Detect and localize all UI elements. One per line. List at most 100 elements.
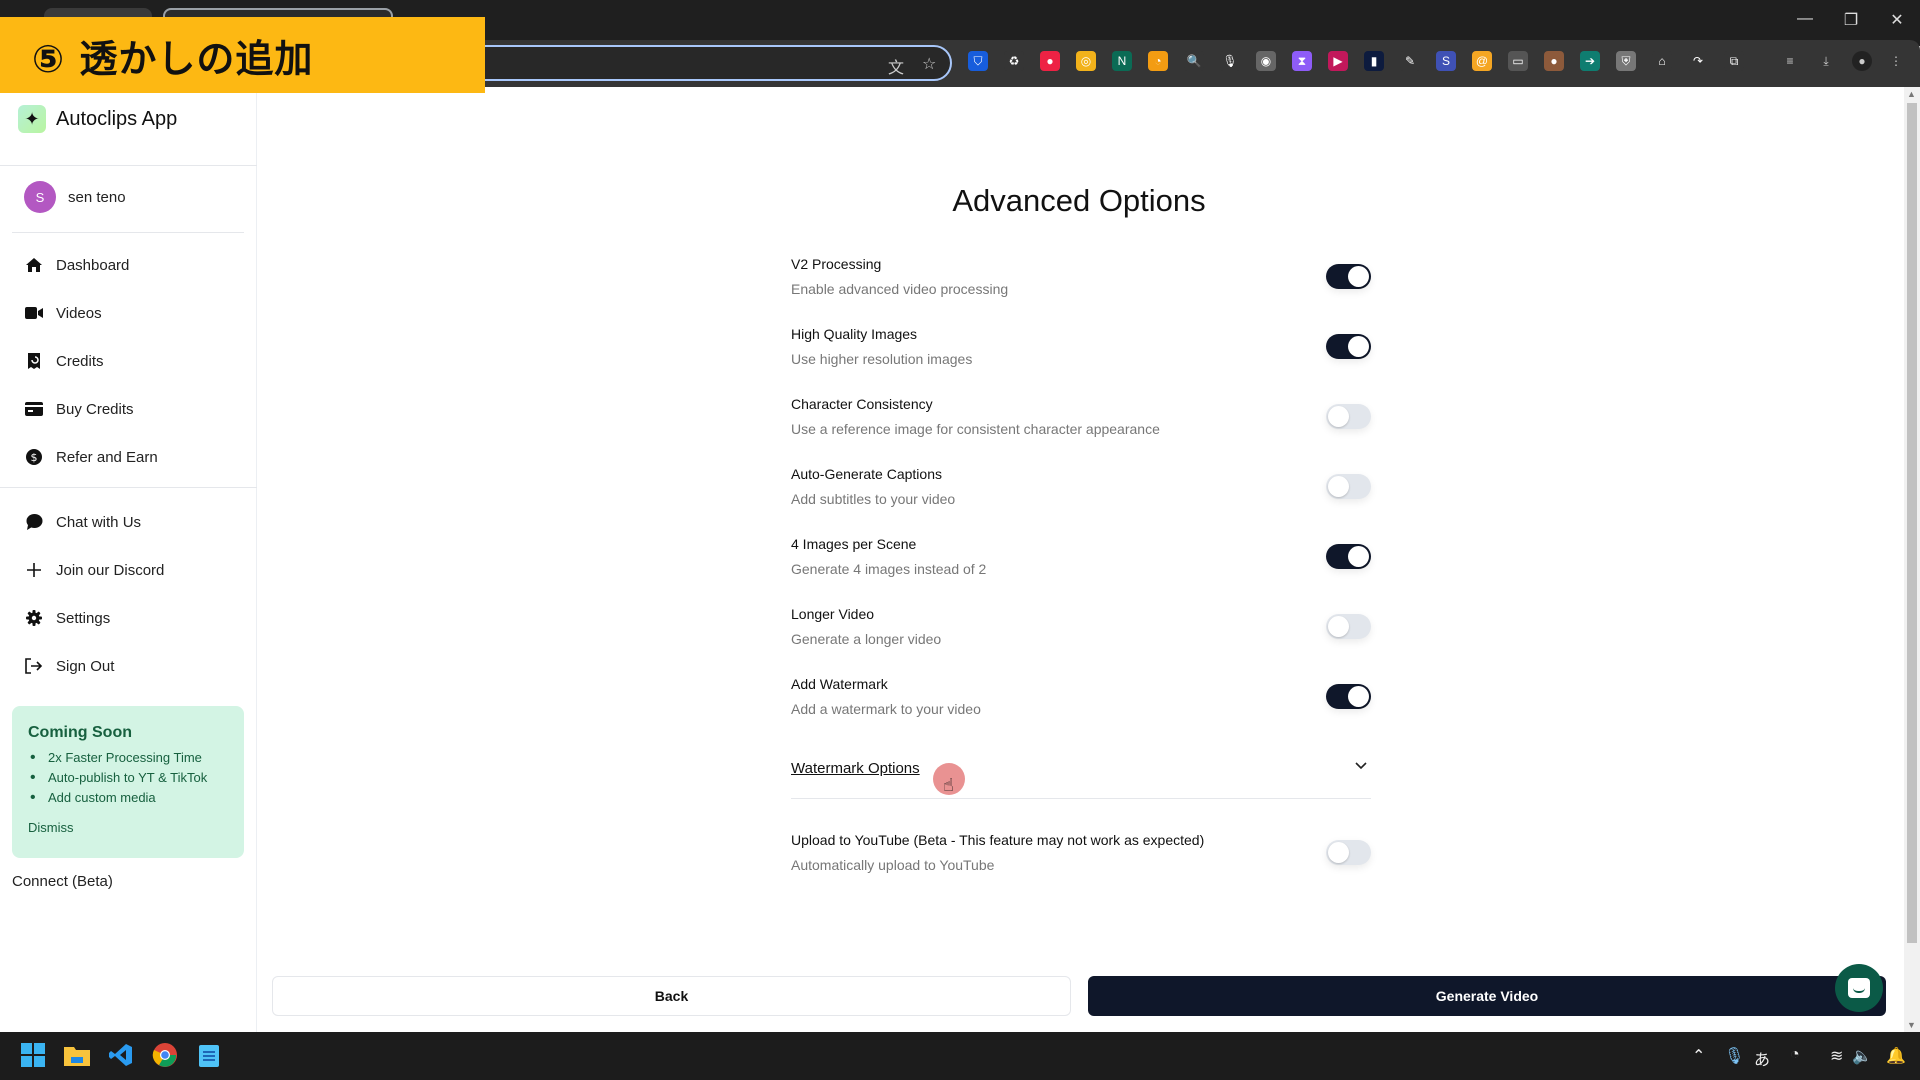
receipt-icon [24,351,44,371]
windows-start-icon[interactable] [20,1042,46,1068]
watermark-options-accordion[interactable]: Watermark Options [791,757,1371,799]
microphone-extension-icon[interactable]: 🎙 [1220,51,1240,71]
bitwarden-extension-icon[interactable]: ⛉ [968,51,988,71]
sidebar-item-settings[interactable]: Settings [24,606,110,630]
coin-extension-icon[interactable]: ◎ [1076,51,1096,71]
volume-icon[interactable]: 🔈 [1852,1046,1872,1066]
auto-generate-captions-toggle[interactable] [1326,474,1371,499]
sidebar-item-chat-with-us[interactable]: Chat with Us [24,510,141,534]
s-box-extension-icon[interactable]: S [1436,51,1456,71]
bookmark-star-icon[interactable]: ☆ [922,54,936,74]
tablet-extension-icon[interactable]: ▭ [1508,51,1528,71]
add-watermark-toggle[interactable] [1326,684,1371,709]
scroll-up-icon[interactable]: ▲ [1907,89,1916,99]
microphone-icon[interactable]: 🎙 [1724,1046,1744,1066]
cookie-extension-icon[interactable]: ● [1544,51,1564,71]
mouse-extension-icon[interactable]: ⌂ [1652,51,1672,71]
user-name: sen teno [68,188,126,206]
option-description: Use higher resolution images [791,351,973,367]
chat-widget-icon [1848,978,1870,998]
notion-n-extension-icon[interactable]: N [1112,51,1132,71]
puzzle-extension-icon[interactable]: ⧉ [1724,51,1744,71]
character-consistency-toggle[interactable] [1326,404,1371,429]
sidebar-item-join-discord[interactable]: Join our Discord [24,558,164,582]
brand[interactable]: ✦ Autoclips App [18,105,177,133]
sidebar-item-videos[interactable]: Videos [24,301,102,325]
chat-icon [24,512,44,532]
sidebar-item-dashboard[interactable]: Dashboard [24,253,129,277]
sidebar-item-label: Buy Credits [56,400,134,418]
magnifier-extension-icon[interactable]: 🔍 [1184,51,1204,71]
option-label: V2 Processing [791,256,882,272]
file-explorer-icon[interactable] [64,1042,90,1068]
wifi-icon[interactable]: ≋ [1830,1046,1843,1066]
sidebar-item-label: Videos [56,304,102,322]
toggle-knob [1348,546,1369,567]
play-extension-icon[interactable]: ▶ [1328,51,1348,71]
option-row-longer-video: Longer Video Generate a longer video [791,606,1371,656]
sidebar-item-credits[interactable]: Credits [24,349,104,373]
hourglass-extension-icon[interactable]: ⧗ [1292,51,1312,71]
color-picker-extension-icon[interactable]: ● [1040,51,1060,71]
chrome-menu-icon[interactable]: ⋮ [1886,51,1906,71]
clock-icon[interactable]: ◔ [1790,1046,1800,1064]
minimize-button[interactable]: — [1790,10,1820,28]
step-banner-text: ⑤ 透かしの追加 [32,36,314,81]
option-label: Character Consistency [791,396,933,412]
robot-extension-icon[interactable]: ◉ [1256,51,1276,71]
arrow-right-extension-icon[interactable]: ➔ [1580,51,1600,71]
user-profile[interactable]: S sen teno [24,181,126,213]
speedometer-extension-icon[interactable]: ◔ [1148,51,1168,71]
recycle-extension-icon[interactable]: ♻ [1004,51,1024,71]
option-description: Add a watermark to your video [791,701,981,717]
pen-extension-icon[interactable]: ✎ [1400,51,1420,71]
share-arrow-extension-icon[interactable]: ↷ [1688,51,1708,71]
chevron-down-icon[interactable] [1355,757,1367,773]
notification-bell-icon[interactable]: 🔔 [1886,1046,1906,1066]
vscode-icon[interactable] [108,1042,134,1068]
tray-overflow-icon[interactable]: ⌃ [1692,1046,1705,1066]
option-label: Add Watermark [791,676,888,692]
spiral-extension-icon[interactable]: @ [1472,51,1492,71]
download-icon[interactable]: ⤓ [1816,51,1836,71]
images-per-scene-toggle[interactable] [1326,544,1371,569]
toggle-knob [1328,476,1349,497]
ime-icon[interactable]: あ [1754,1046,1770,1070]
profile-avatar[interactable]: ● [1852,51,1872,71]
coming-soon-title: Coming Soon [28,724,132,741]
notepad-icon[interactable] [196,1042,222,1068]
v2-processing-toggle[interactable] [1326,264,1371,289]
media-control-icon[interactable]: ≡ [1780,51,1800,71]
translate-icon[interactable]: 文 [888,54,904,78]
watermark-options-label[interactable]: Watermark Options [791,760,920,777]
sidebar-item-sign-out[interactable]: Sign Out [24,654,114,678]
connect-beta-link[interactable]: Connect (Beta) [12,873,113,890]
page-title: Advanced Options [952,183,1206,218]
option-label: High Quality Images [791,326,918,342]
scroll-thumb[interactable] [1907,103,1917,943]
shield-extension-icon[interactable]: ⛨ [1616,51,1636,71]
scrollbar[interactable]: ▲ ▼ [1904,87,1920,1032]
back-button[interactable]: Back [272,976,1071,1016]
toggle-knob [1328,406,1349,427]
sidebar-item-label: Credits [56,352,104,370]
restore-button[interactable]: ❐ [1836,10,1866,30]
bookmark-extension-icon[interactable]: ▮ [1364,51,1384,71]
longer-video-toggle[interactable] [1326,614,1371,639]
sidebar-item-label: Chat with Us [56,513,142,531]
scroll-down-icon[interactable]: ▼ [1907,1020,1916,1030]
sidebar-item-buy-credits[interactable]: Buy Credits [24,397,134,421]
generate-video-button[interactable]: Generate Video [1088,976,1886,1016]
upload-youtube-toggle[interactable] [1326,840,1371,865]
option-description: Generate a longer video [791,631,942,647]
chrome-icon[interactable] [152,1042,178,1068]
high-quality-images-toggle[interactable] [1326,334,1371,359]
sidebar-item-refer-and-earn[interactable]: $ Refer and Earn [24,445,158,469]
close-window-button[interactable]: ✕ [1882,10,1912,30]
sidebar: ✦ Autoclips App S sen teno Dashboard Vid… [0,87,257,1032]
hand-cursor-icon: ☝ [943,775,954,795]
chat-widget-button[interactable] [1835,964,1883,1012]
sidebar-item-label: Sign Out [56,657,115,675]
dismiss-button[interactable]: Dismiss [28,820,228,835]
option-row-add-watermark: Add Watermark Add a watermark to your vi… [791,676,1371,726]
